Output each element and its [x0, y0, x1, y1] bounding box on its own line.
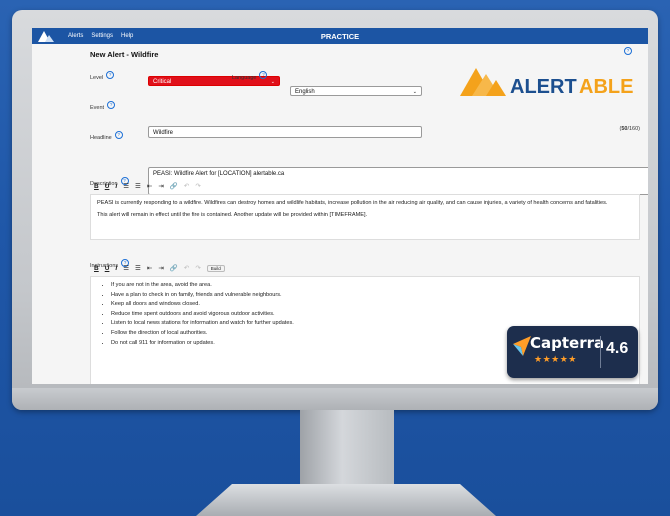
headline-textarea[interactable]: PEASI: Wildfire Alert for [LOCATION] ale… [148, 167, 648, 195]
nav-alerts[interactable]: Alerts [68, 33, 83, 39]
top-nav: Alerts Settings Help PRACTICE [32, 28, 648, 44]
bullet-list-icon[interactable]: ☰ [123, 264, 129, 272]
brand-name-part1: ALERT [510, 76, 577, 98]
language-label: Language [232, 75, 257, 81]
underline-button[interactable]: U [105, 265, 110, 272]
level-label: Level [90, 75, 104, 81]
undo-icon[interactable]: ↶ [184, 264, 189, 272]
nav-help[interactable]: Help [121, 33, 133, 39]
numbered-list-icon[interactable]: ☰ [135, 182, 141, 190]
description-toolbar: B U I ☰ ☰ ⇤ ⇥ 🔗 ↶ ↷ [94, 181, 201, 191]
list-item: Have a plan to check in on family, frien… [111, 291, 633, 301]
bold-button[interactable]: B [94, 183, 99, 190]
link-icon[interactable]: 🔗 [170, 182, 178, 190]
language-help-icon[interactable]: ? [259, 70, 268, 79]
nav-settings[interactable]: Settings [91, 33, 113, 39]
undo-icon[interactable]: ↶ [184, 182, 189, 190]
capterra-arrow-icon [513, 336, 531, 356]
underline-button[interactable]: U [105, 183, 110, 190]
monitor-stand-neck [300, 410, 394, 486]
language-value: English [295, 89, 315, 95]
level-value: Critical [153, 79, 172, 85]
monitor-stand-base [196, 484, 496, 516]
capterra-divider [600, 336, 601, 368]
list-item: Reduce time spent outdoors and avoid vig… [111, 310, 633, 320]
alertable-mountain-icon[interactable] [38, 30, 54, 42]
instructions-toolbar: B U I ☰ ☰ ⇤ ⇥ 🔗 ↶ ↷ Build [94, 263, 225, 273]
brand-name-part2: ABLE [579, 76, 633, 98]
list-item: If you are not in the area, avoid the ar… [111, 281, 633, 291]
redo-icon[interactable]: ↷ [195, 182, 200, 190]
event-label: Event [90, 105, 105, 111]
redo-icon[interactable]: ↷ [195, 264, 200, 272]
capterra-name: Capterra [530, 334, 605, 352]
description-editor[interactable]: PEASI is currently responding to a wildf… [90, 194, 640, 240]
outdent-icon[interactable]: ⇤ [147, 182, 152, 190]
italic-button[interactable]: I [115, 183, 117, 190]
event-input[interactable]: Wildfire [148, 126, 422, 138]
page-title: New Alert - Wildfire [90, 50, 159, 59]
capterra-rating: 4.6 [606, 340, 629, 357]
bold-button[interactable]: B [94, 265, 99, 272]
headline-label: Headline [90, 135, 112, 141]
monitor-chin [12, 388, 658, 410]
page-help-icon[interactable]: ? [624, 47, 632, 55]
capterra-badge: Capterra ★★★★★ 4.6 [507, 326, 638, 378]
level-help-icon[interactable]: ? [106, 70, 115, 79]
outdent-icon[interactable]: ⇤ [147, 264, 152, 272]
description-paragraph: PEASI is currently responding to a wildf… [97, 200, 608, 206]
star-rating-icon: ★★★★★ [534, 354, 577, 364]
headline-char-count: (50/160) [619, 126, 640, 132]
link-icon[interactable]: 🔗 [170, 264, 178, 272]
headline-help-icon[interactable]: ? [114, 130, 123, 139]
list-item: Keep all doors and windows closed. [111, 300, 633, 310]
alertable-logo: ALERT ABLE [460, 68, 633, 98]
build-button[interactable]: Build [206, 264, 225, 272]
event-help-icon[interactable]: ? [107, 100, 116, 109]
numbered-list-icon[interactable]: ☰ [135, 264, 141, 272]
indent-icon[interactable]: ⇥ [158, 264, 163, 272]
chevron-down-icon: ⌄ [270, 79, 275, 85]
description-paragraph: This alert will remain in effect until t… [97, 212, 368, 218]
indent-icon[interactable]: ⇥ [158, 182, 163, 190]
language-select[interactable]: English ⌄ [290, 86, 422, 96]
italic-button[interactable]: I [115, 265, 117, 272]
bullet-list-icon[interactable]: ☰ [123, 182, 129, 190]
chevron-down-icon: ⌄ [412, 89, 417, 95]
